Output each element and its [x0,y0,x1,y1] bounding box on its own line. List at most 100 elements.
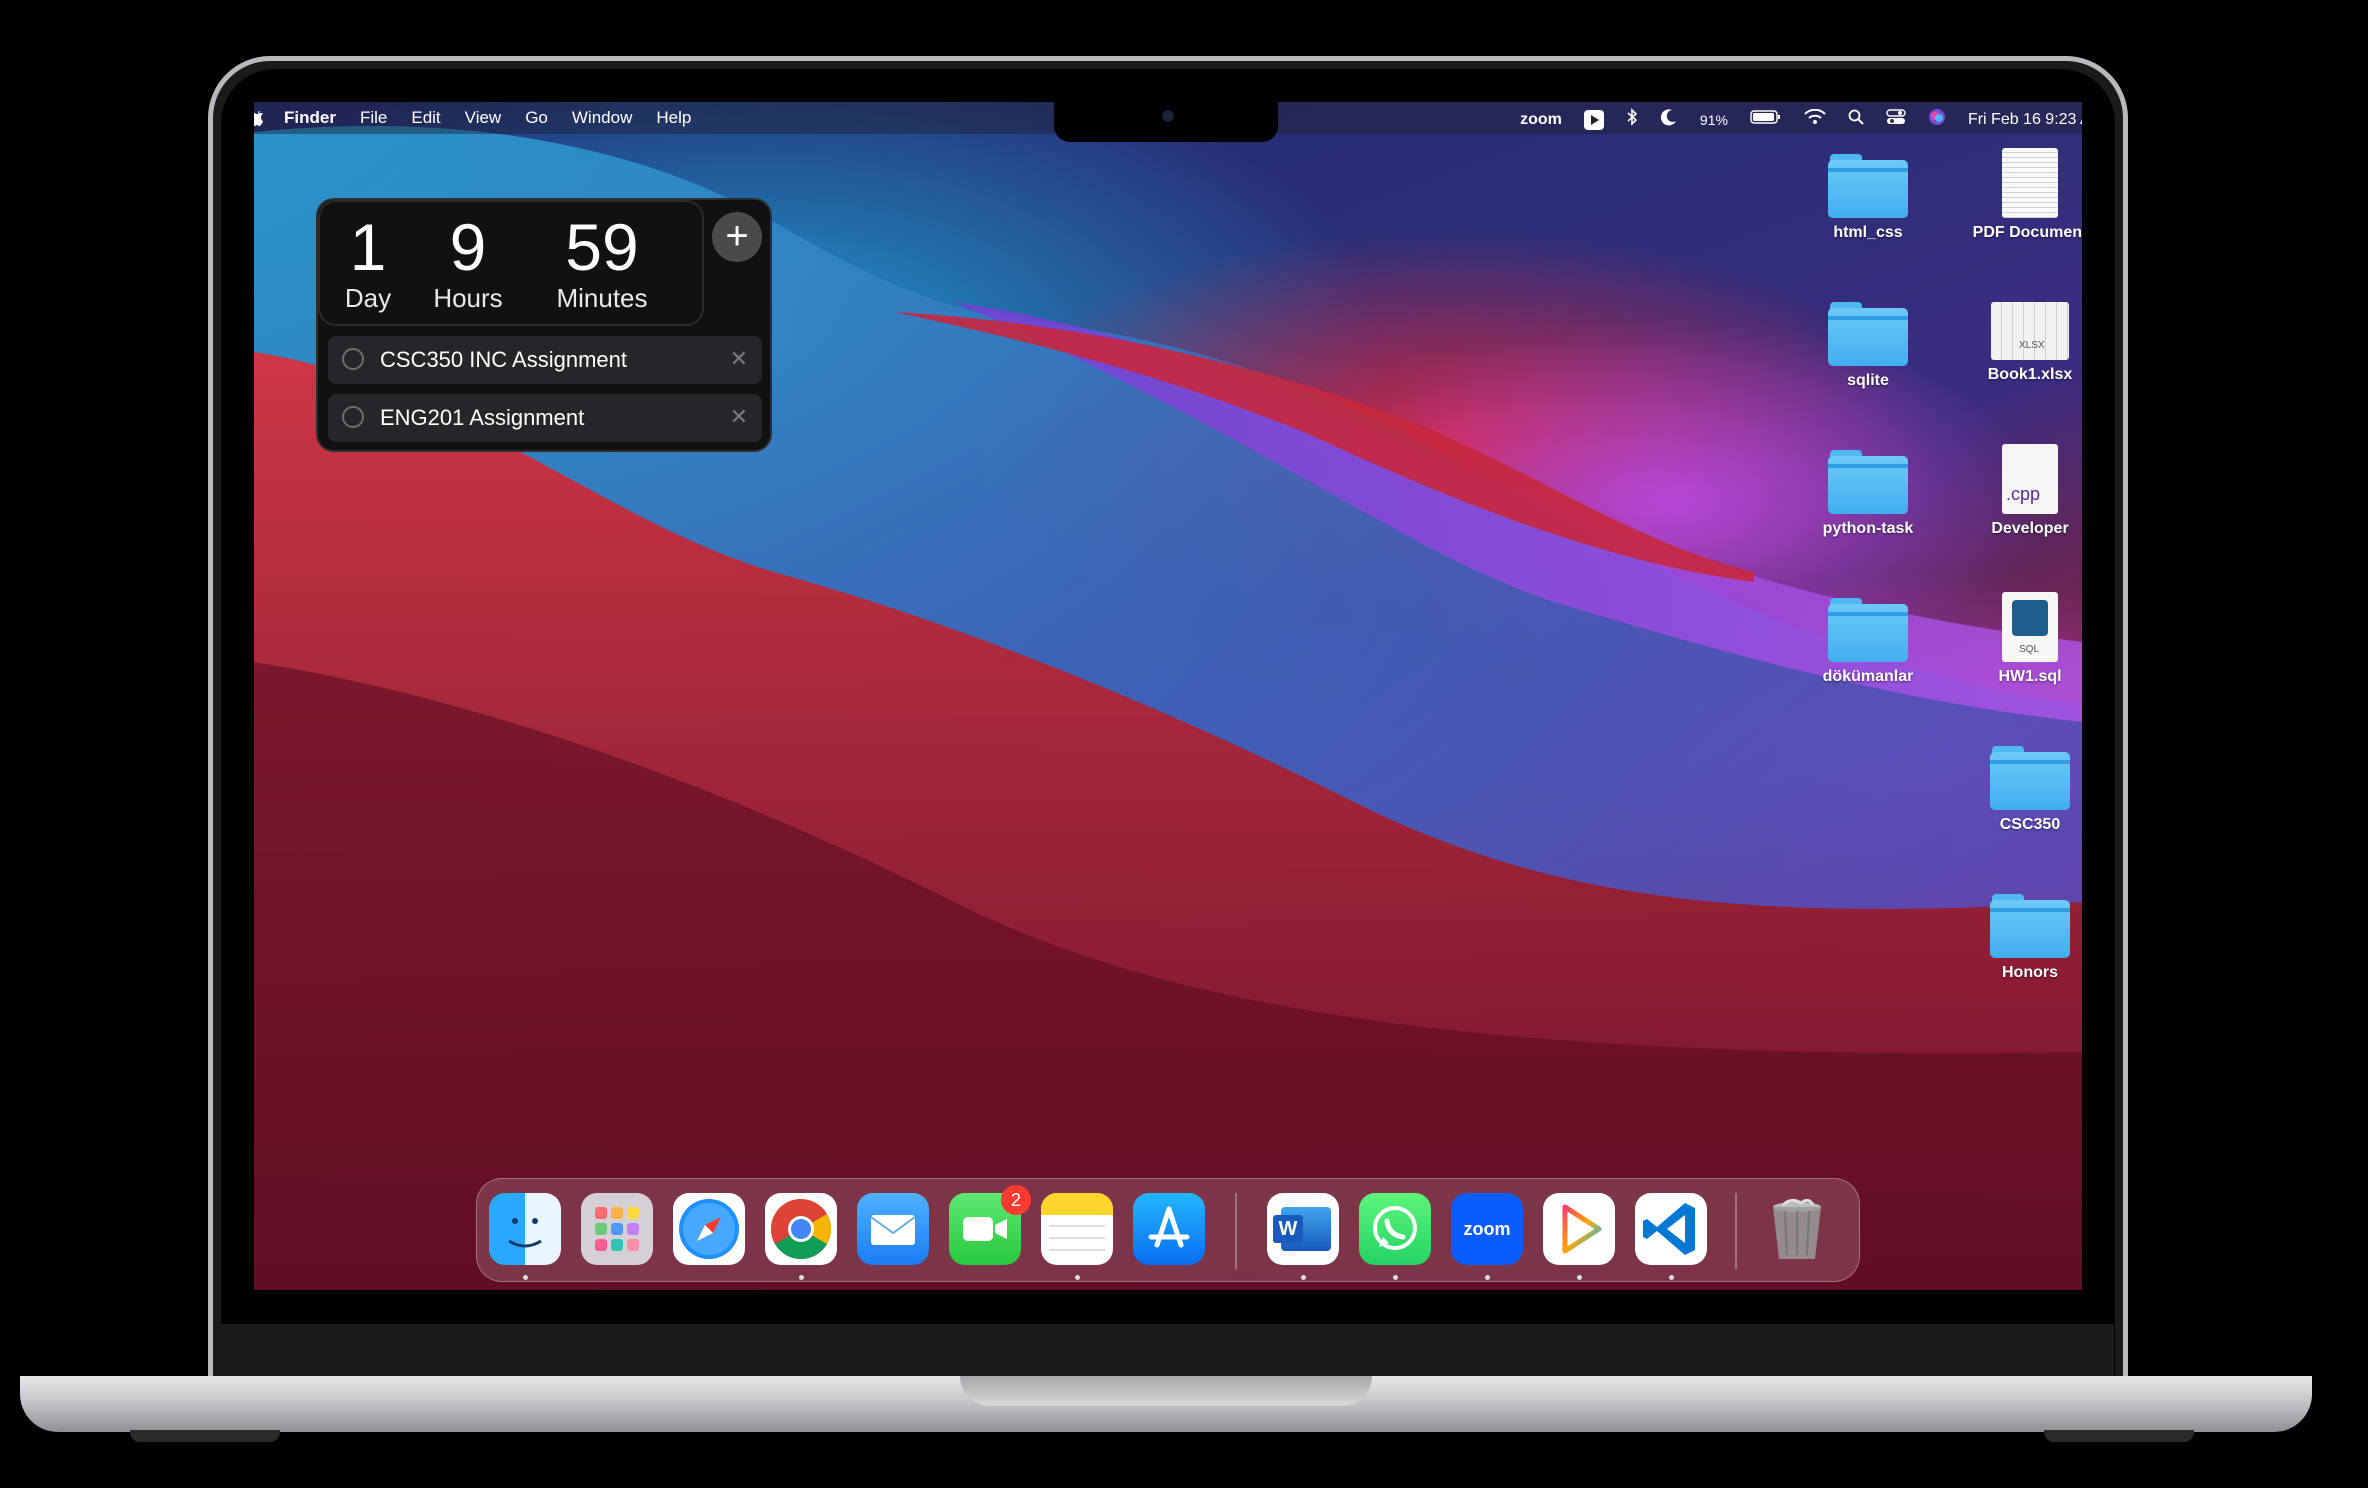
dock-separator [1235,1193,1237,1269]
dock-word-icon[interactable]: W [1267,1193,1339,1265]
dock-chrome-icon[interactable] [765,1193,837,1265]
task-checkbox[interactable] [342,406,364,428]
task-item[interactable]: CSC350 INC Assignment ✕ [328,336,762,384]
task-item[interactable]: ENG201 Assignment ✕ [328,394,762,442]
desktop-item-python-task[interactable]: python-task [1798,450,1938,538]
running-indicator [523,1275,528,1280]
folder-icon [1990,894,2070,958]
desktop-item-label: Book1.xlsx [1987,366,2073,383]
desktop-item-label: sqlite [1847,372,1889,389]
dock-app-store-icon[interactable] [1133,1193,1205,1265]
timer-hours: 9 Hours [428,210,508,312]
task-title: ENG201 Assignment [380,405,585,430]
menu-help[interactable]: Help [656,108,691,128]
battery-icon[interactable] [1750,109,1782,130]
laptop-foot-left [130,1430,280,1442]
menu-view[interactable]: View [465,108,502,128]
dock-player-icon[interactable] [1543,1193,1615,1265]
battery-percent[interactable]: 91% [1700,112,1728,128]
days-label: Day [344,283,392,313]
dock-zoom-icon[interactable]: zoom [1451,1193,1523,1265]
dock-separator [1735,1193,1737,1269]
desktop-screen: Finder File Edit View Go Window Help zoo… [254,102,2082,1290]
moon-focus-icon[interactable] [1660,108,1678,131]
wifi-icon[interactable] [1804,108,1826,130]
play-icon [1590,114,1599,125]
running-indicator [1577,1275,1582,1280]
timer-days: 1 Day [338,210,398,312]
xlsx-badge: XLSX [2019,340,2045,351]
desktop-item-label: PDF Document [1972,224,2082,241]
running-indicator [1485,1275,1490,1280]
desktop-item-developer[interactable]: .cpp Developer [1960,444,2082,538]
media-play-icon[interactable] [1583,109,1604,130]
sql-logo-icon [2012,600,2048,636]
remove-task-icon[interactable]: ✕ [730,346,748,372]
menu-window[interactable]: Window [572,108,632,128]
desktop-item-sqlite[interactable]: sqlite [1798,302,1938,390]
running-indicator [1301,1275,1306,1280]
dock-whatsapp-icon[interactable] [1359,1193,1431,1265]
bluetooth-icon[interactable] [1626,108,1638,131]
menu-file[interactable]: File [360,108,387,128]
desktop-item-label: CSC350 [1999,816,2061,833]
folder-icon [1990,746,2070,810]
sql-badge: SQL [2019,644,2040,655]
folder-icon [1828,450,1908,514]
control-center-icon[interactable] [1886,109,1906,130]
desktop-item-honors[interactable]: Honors [1960,894,2082,982]
dock-safari-icon[interactable] [673,1193,745,1265]
hours-label: Hours [433,283,503,313]
running-indicator [1075,1275,1080,1280]
dock-trash-icon[interactable] [1761,1193,1833,1265]
timer-minutes: 59 Minutes [542,210,662,312]
folder-icon [1828,154,1908,218]
sql-file-icon: SQL [2002,592,2058,662]
spotlight-search-icon[interactable] [1848,109,1864,130]
zoom-status-item[interactable]: zoom [1520,111,1562,129]
camera-notch [1054,102,1278,142]
desktop-item-hw1-sql[interactable]: SQL HW1.sql [1960,592,2082,686]
desktop-item-html-css[interactable]: html_css [1798,154,1938,242]
siri-icon[interactable] [1928,108,1946,131]
folder-icon [1828,598,1908,662]
desktop-item-dokumanlar[interactable]: dökümanlar [1798,598,1938,686]
minutes-label: Minutes [556,283,648,313]
facetime-badge: 2 [1001,1185,1031,1215]
desktop-item-csc350[interactable]: CSC350 [1960,746,2082,834]
days-value: 1 [349,210,387,284]
dock-launchpad-icon[interactable] [581,1193,653,1265]
desktop-item-label: html_css [1833,224,1903,241]
desktop-item-label: HW1.sql [1998,668,2062,685]
camera-icon [1162,110,1174,122]
menu-app-name[interactable]: Finder [284,108,336,128]
laptop-opening-lip [960,1376,1372,1406]
desktop-item-book1-xlsx[interactable]: XLSX Book1.xlsx [1960,302,2082,384]
running-indicator [799,1275,804,1280]
countdown-widget[interactable]: 1 Day 9 Hours 59 Minutes + CSC350 INC As… [316,198,772,452]
laptop-foot-right [2044,1430,2194,1442]
running-indicator [1393,1275,1398,1280]
desktop-item-pdf-document[interactable]: PDF Document [1960,148,2082,242]
apple-logo-icon[interactable] [254,108,264,126]
add-task-button[interactable]: + [712,212,762,262]
task-checkbox[interactable] [342,348,364,370]
dock-vscode-icon[interactable] [1635,1193,1707,1265]
dock-notes-icon[interactable] [1041,1193,1113,1265]
dock-mail-icon[interactable] [857,1193,929,1265]
xlsx-file-icon: XLSX [1991,302,2069,360]
pdf-document-icon [2002,148,2058,218]
folder-icon [1828,302,1908,366]
menu-edit[interactable]: Edit [411,108,440,128]
remove-task-icon[interactable]: ✕ [730,404,748,430]
desktop-item-label: Developer [1991,520,2069,537]
dock-finder-icon[interactable] [489,1193,561,1265]
hours-value: 9 [449,210,487,284]
countdown-timer: 1 Day 9 Hours 59 Minutes [318,200,704,326]
desktop-item-label: dökümanlar [1822,668,1914,685]
menu-clock[interactable]: Fri Feb 16 9:23 AM [1968,111,2082,129]
laptop-chin [221,1324,2114,1378]
task-title: CSC350 INC Assignment [380,347,627,372]
menu-go[interactable]: Go [525,108,548,128]
desktop-item-label: Honors [2002,964,2058,981]
